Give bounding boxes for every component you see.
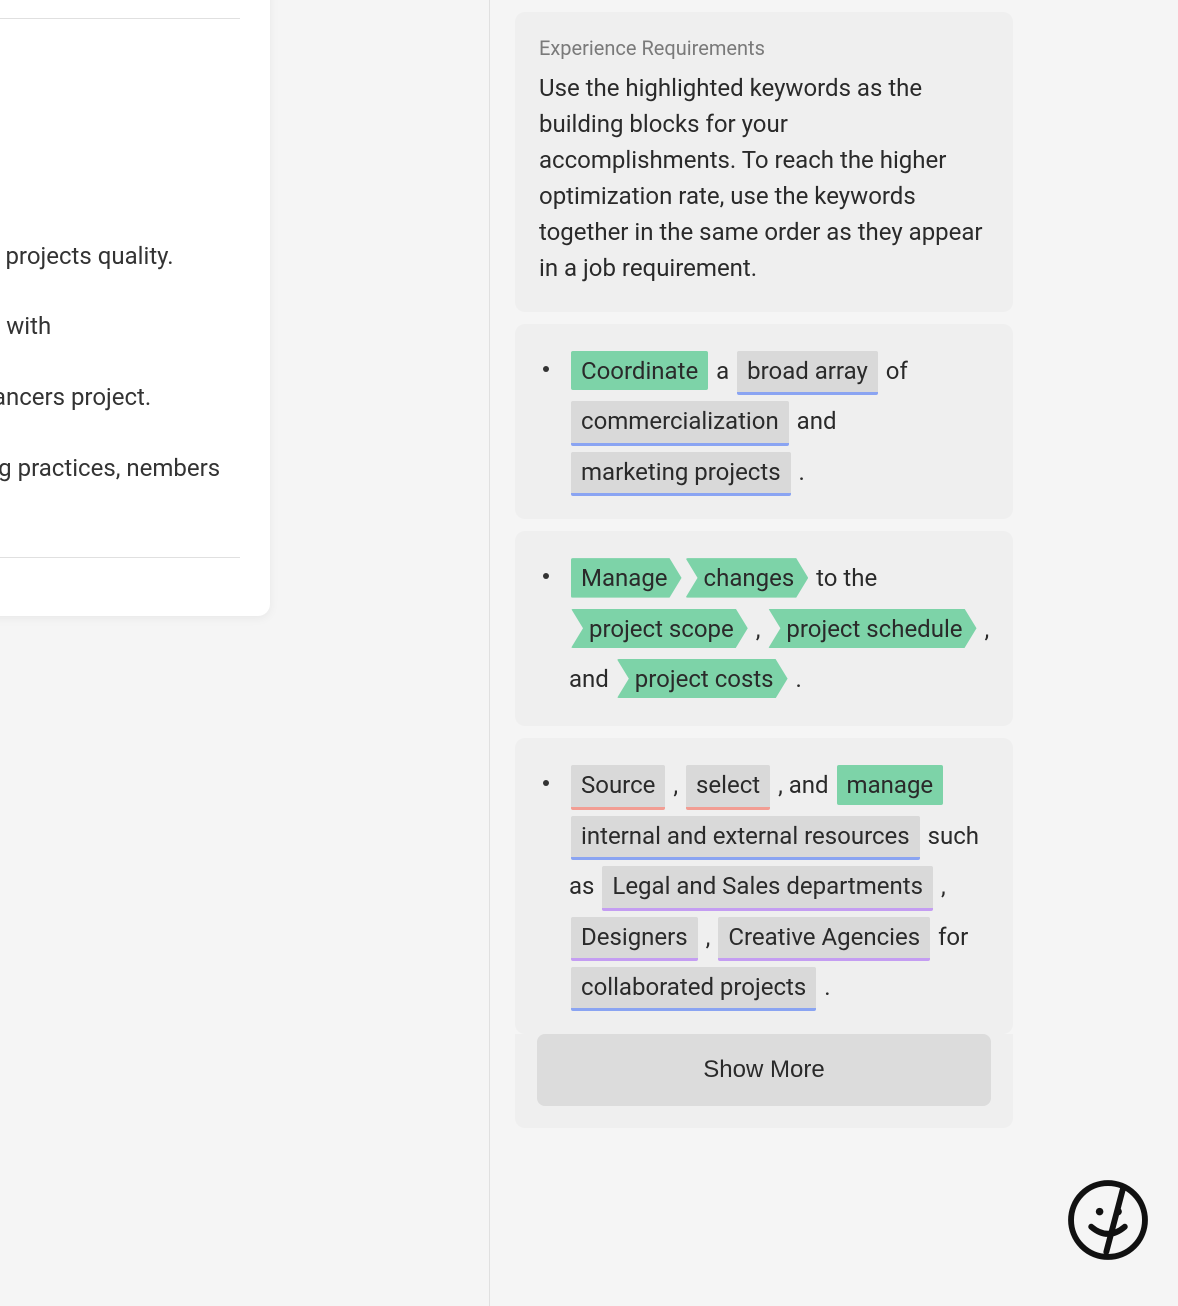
keyword-chip[interactable]: project costs [617, 659, 788, 698]
keyword-chip[interactable]: internal and external resources [571, 816, 920, 860]
keyword-chip[interactable]: collaborated projects [571, 967, 816, 1011]
keyword-chip[interactable]: marketing projects [571, 452, 791, 496]
bullet-dot [543, 780, 549, 786]
keyword-item: Source , select , and manage internal an… [515, 738, 1013, 1034]
keyword-item: Coordinate a broad array of commercializ… [515, 324, 1013, 519]
keyword-chip[interactable]: project scope [571, 609, 748, 648]
keyword-sentence: Coordinate a broad array of commercializ… [569, 346, 991, 497]
bullet-line: marketing and PR ted all the projects qu… [0, 239, 240, 274]
date-row: Year 2021 [0, 69, 240, 144]
keyword-sentence: Managechanges to the project scope , pro… [569, 553, 991, 704]
experience-form-card: Year 2021 y work here marketing and PR t… [0, 0, 270, 616]
keyword-chip[interactable]: Manage [571, 558, 682, 597]
keyword-chip[interactable]: commercialization [571, 401, 789, 445]
bullet-dot [543, 366, 549, 372]
currently-work-here[interactable]: y work here [0, 164, 240, 199]
vertical-divider [489, 0, 490, 1306]
keyword-item: Managechanges to the project scope , pro… [515, 531, 1013, 726]
keyword-chip[interactable]: Source [571, 765, 665, 809]
keyword-chip[interactable]: project schedule [768, 609, 976, 648]
keyword-chip[interactable]: Legal and Sales departments [602, 866, 933, 910]
requirements-title: Experience Requirements [539, 36, 989, 60]
bullet-dot [543, 573, 549, 579]
bullet-line: p to 70 people to ration both with [0, 309, 240, 344]
requirements-description: Use the highlighted keywords as the buil… [539, 70, 989, 286]
brand-logo-icon[interactable] [1066, 1178, 1150, 1262]
divider [0, 557, 240, 558]
show-more-container: Show More [515, 1034, 1013, 1128]
requirements-intro-card: Experience Requirements Use the highligh… [515, 12, 1013, 312]
keyword-chip[interactable]: Creative Agencies [718, 917, 930, 961]
keyword-list: Coordinate a broad array of commercializ… [515, 324, 1013, 1034]
keyword-chip[interactable]: manage [837, 765, 944, 804]
keyword-chip[interactable]: Coordinate [571, 351, 708, 390]
show-more-button[interactable]: Show More [537, 1034, 991, 1106]
keyword-chip[interactable]: broad array [737, 351, 878, 395]
keyword-chip[interactable]: changes [686, 558, 809, 597]
bullet-line: s employee training k reading practices,… [0, 451, 240, 521]
accomplishments-text[interactable]: marketing and PR ted all the projects qu… [0, 239, 240, 521]
requirements-panel: Experience Requirements Use the highligh… [515, 12, 1013, 1128]
keyword-sentence: Source , select , and manage internal an… [569, 760, 991, 1012]
keyword-chip[interactable]: select [686, 765, 770, 809]
divider [0, 18, 240, 19]
bullet-line: lucing projects' xternal freelancers pro… [0, 380, 240, 415]
keyword-chip[interactable]: Designers [571, 917, 698, 961]
